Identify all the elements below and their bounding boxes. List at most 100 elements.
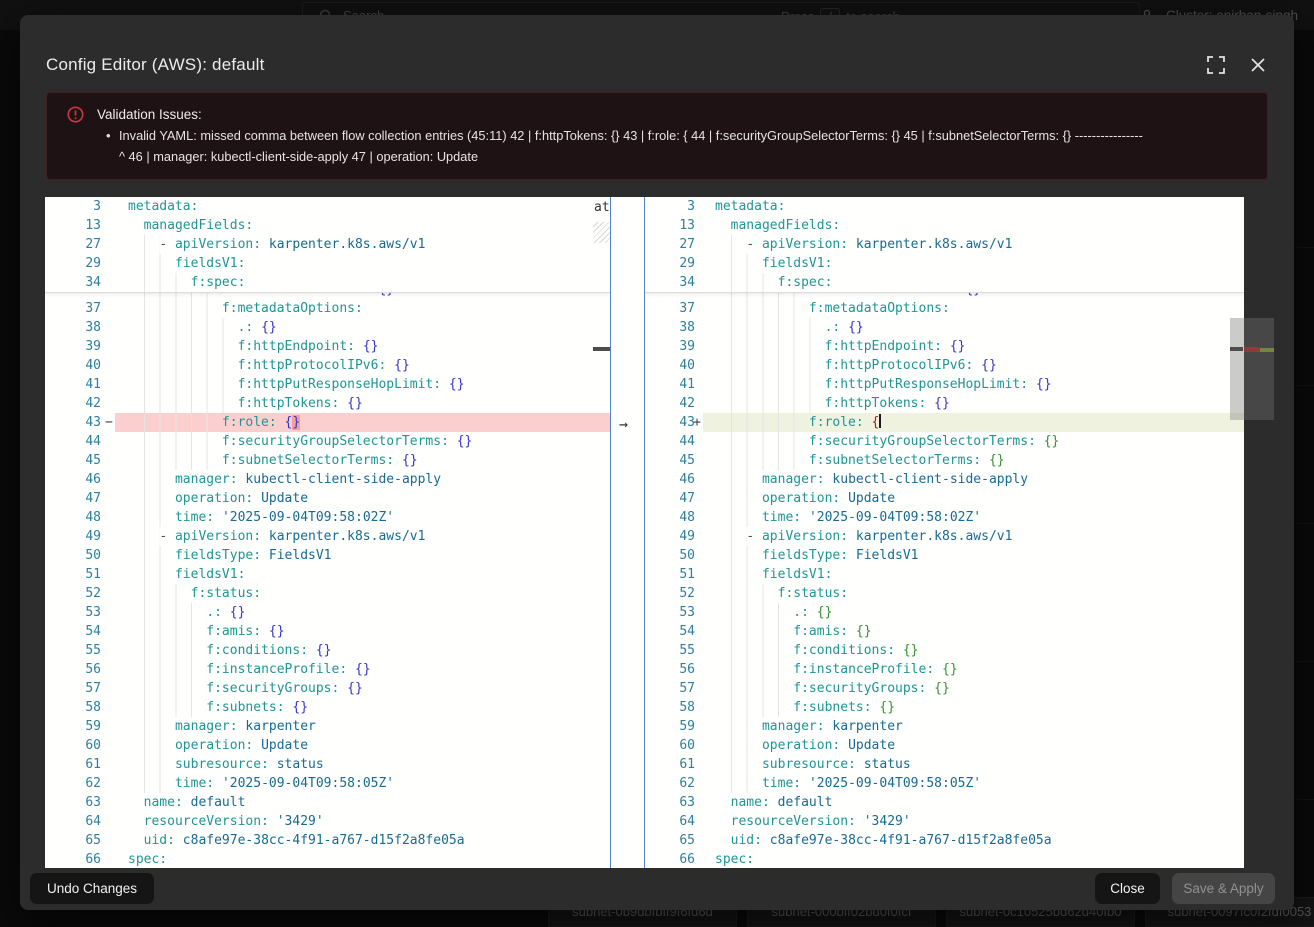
line-number: 60 <box>45 736 115 755</box>
code-line: 58 f:subnets: {} <box>45 698 610 717</box>
line-number: 61 <box>45 755 115 774</box>
diff-overview-ruler[interactable] <box>1244 197 1274 868</box>
line-number: 52 <box>45 584 115 603</box>
revert-change-arrow[interactable]: → <box>619 415 628 433</box>
line-number: 40 <box>645 356 703 375</box>
code-line: 29 fieldsV1: <box>45 254 610 273</box>
line-number: 39 <box>645 337 703 356</box>
yaml-diff-editor: 3metadata:13 managedFields:27 - apiVersi… <box>45 197 1244 868</box>
code-line: 55 f:conditions: {} <box>45 641 610 660</box>
line-number: 58 <box>645 698 703 717</box>
code-line: 39 f:httpEndpoint: {} <box>45 337 610 356</box>
line-number: 58 <box>45 698 115 717</box>
code-line: 57 f:securityGroups: {} <box>45 679 610 698</box>
code-line: 3metadata: <box>645 197 1244 216</box>
line-number: 62 <box>645 774 703 793</box>
code-line: 13 managedFields: <box>645 216 1244 235</box>
close-button[interactable]: Close <box>1095 873 1160 904</box>
line-number: 42 <box>45 394 115 413</box>
code-line: 66spec: <box>645 850 1244 868</box>
line-number: 64 <box>45 812 115 831</box>
code-line: 53 .: {} <box>45 603 610 622</box>
code-line: 37 f:metadataOptions: <box>645 299 1244 318</box>
line-number: 66 <box>45 850 115 868</box>
code-line: 55 f:conditions: {} <box>645 641 1244 660</box>
code-line: 58 f:subnets: {} <box>645 698 1244 717</box>
line-number: 64 <box>645 812 703 831</box>
line-number: 41 <box>645 375 703 394</box>
code-lines: 37 f:metadataOptions:38 .: {}39 f:httpEn… <box>645 299 1244 868</box>
line-number: 49 <box>645 527 703 546</box>
line-number: 65 <box>45 831 115 850</box>
line-number: 13 <box>45 216 115 235</box>
line-number: 27 <box>45 235 115 254</box>
code-line: 52 f:status: <box>45 584 610 603</box>
sticky-scroll-header: 3metadata:13 managedFields:27 - apiVersi… <box>45 197 610 293</box>
line-number: 55 <box>45 641 115 660</box>
line-number: 43− <box>45 413 115 432</box>
code-line: 47 operation: Update <box>645 489 1244 508</box>
code-line: 47 operation: Update <box>45 489 610 508</box>
fullscreen-button[interactable] <box>1200 49 1232 81</box>
code-line: 63 name: default <box>645 793 1244 812</box>
line-number: 51 <box>645 565 703 584</box>
line-number: 3 <box>645 197 703 216</box>
code-line: 66spec: <box>45 850 610 868</box>
line-number: 60 <box>645 736 703 755</box>
code-line: 3metadata: <box>45 197 610 216</box>
line-number: 43+ <box>645 413 703 432</box>
code-line: 51 fieldsV1: <box>645 565 1244 584</box>
line-number: 44 <box>645 432 703 451</box>
validation-message-line2: ^ 46 | manager: kubectl-client-side-appl… <box>119 149 478 164</box>
validation-issues-banner: Validation Issues: • Invalid YAML: misse… <box>46 92 1268 180</box>
code-line: 41 f:httpPutResponseHopLimit: {} <box>45 375 610 394</box>
validation-message-line1: Invalid YAML: missed comma between flow … <box>119 128 1259 143</box>
save-apply-button: Save & Apply <box>1172 873 1275 904</box>
diff-editor-sash[interactable]: → <box>610 197 645 868</box>
line-number: 65 <box>645 831 703 850</box>
line-number: 61 <box>645 755 703 774</box>
line-number: 52 <box>645 584 703 603</box>
code-line: 34 f:spec: <box>45 273 610 292</box>
line-number: 38 <box>45 318 115 337</box>
code-line: 61 subresource: status <box>645 755 1244 774</box>
code-line: 53 .: {} <box>645 603 1244 622</box>
code-line: 49 - apiVersion: karpenter.k8s.aws/v1 <box>45 527 610 546</box>
overview-ruler-thumb[interactable] <box>1244 318 1274 420</box>
code-line: 44 f:securityGroupSelectorTerms: {} <box>45 432 610 451</box>
code-line: 13 managedFields: <box>45 216 610 235</box>
line-number: 47 <box>645 489 703 508</box>
code-line: 63 name: default <box>45 793 610 812</box>
fullscreen-corners-icon <box>1207 56 1225 74</box>
diff-modified-pane[interactable]: 3metadata:13 managedFields:27 - apiVersi… <box>645 197 1244 868</box>
code-line: 42 f:httpTokens: {} <box>45 394 610 413</box>
code-line: 56 f:instanceProfile: {} <box>645 660 1244 679</box>
vertical-scrollbar-thumb[interactable] <box>1230 318 1244 420</box>
bullet-point: • <box>106 128 111 143</box>
line-number: 3 <box>45 197 115 216</box>
line-number: 37 <box>45 299 115 318</box>
close-dialog-button[interactable] <box>1242 49 1274 81</box>
code-line: 50 fieldsType: FieldsV1 <box>645 546 1244 565</box>
dialog-title: Config Editor (AWS): default <box>46 55 265 75</box>
code-line: 61 subresource: status <box>45 755 610 774</box>
undo-changes-button[interactable]: Undo Changes <box>30 873 154 904</box>
line-number: 47 <box>45 489 115 508</box>
line-number: 62 <box>45 774 115 793</box>
validation-heading: Validation Issues: <box>97 107 202 122</box>
line-number: 27 <box>645 235 703 254</box>
code-line: 65 uid: c8afe97e-38cc-4f91-a767-d15f2a8f… <box>645 831 1244 850</box>
line-number: 59 <box>645 717 703 736</box>
clipped-text-fragment: at <box>594 200 610 215</box>
error-circle-icon <box>67 106 84 123</box>
code-lines: 37 f:metadataOptions:38 .: {}39 f:httpEn… <box>45 299 610 868</box>
code-line: 48 time: '2025-09-04T09:58:02Z' <box>45 508 610 527</box>
diff-original-pane[interactable]: 3metadata:13 managedFields:27 - apiVersi… <box>45 197 610 868</box>
code-line: 59 manager: karpenter <box>45 717 610 736</box>
line-number: 29 <box>645 254 703 273</box>
overview-cursor-mark <box>593 347 610 351</box>
line-number: 50 <box>45 546 115 565</box>
line-number: 34 <box>45 273 115 292</box>
line-number: 63 <box>45 793 115 812</box>
code-line: 59 manager: karpenter <box>645 717 1244 736</box>
